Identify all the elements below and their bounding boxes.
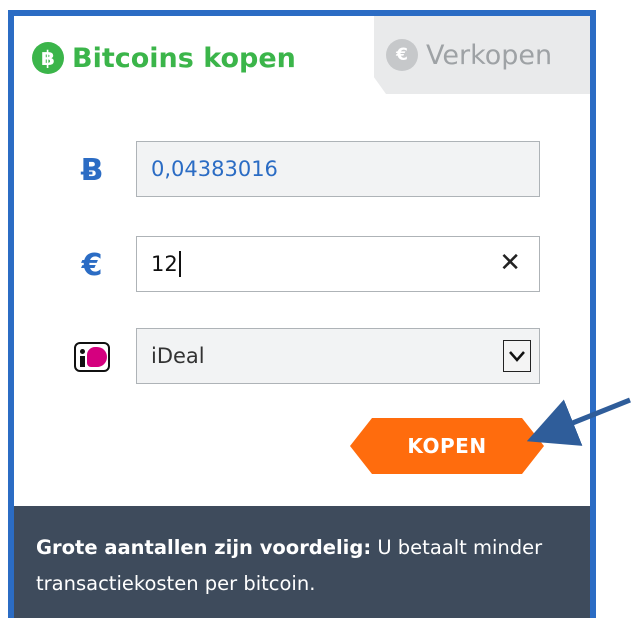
info-footer: Grote aantallen zijn voordelig: U betaal… — [14, 506, 590, 618]
tab-sell[interactable]: € Verkopen — [386, 16, 552, 94]
payment-method-value: iDeal — [151, 344, 205, 368]
euro-icon: € — [81, 247, 103, 283]
eur-amount-row: € 12 ✕ — [62, 236, 542, 294]
ideal-logo-icon — [74, 342, 110, 372]
tab-buy[interactable]: ฿ Bitcoins kopen — [14, 16, 374, 100]
bitcoin-widget: ฿ Bitcoins kopen € Verkopen Ƀ 0,04383016… — [8, 10, 596, 618]
euro-coin-icon: € — [386, 39, 418, 71]
footer-bold-text: Grote aantallen zijn voordelig: — [36, 536, 372, 559]
chevron-down-icon[interactable] — [503, 340, 531, 372]
bitcoin-icon: Ƀ — [80, 152, 104, 188]
tab-bar: ฿ Bitcoins kopen € Verkopen — [14, 16, 590, 100]
eur-amount-field[interactable]: 12 ✕ — [136, 236, 540, 292]
tab-buy-label: Bitcoins kopen — [72, 42, 296, 74]
tab-sell-label: Verkopen — [426, 39, 553, 71]
ideal-logo-icon-wrap — [62, 328, 122, 386]
eur-amount-value: 12 — [151, 252, 178, 276]
btc-amount-field[interactable]: 0,04383016 — [136, 141, 540, 197]
text-cursor — [178, 251, 181, 277]
payment-method-row: iDeal — [62, 328, 542, 386]
bitcoin-coin-icon: ฿ — [32, 42, 64, 74]
buy-button[interactable]: KOPEN — [350, 418, 544, 474]
close-icon[interactable]: ✕ — [499, 248, 521, 278]
btc-amount-row: Ƀ 0,04383016 — [62, 141, 542, 199]
payment-method-select[interactable]: iDeal — [136, 328, 540, 384]
btc-amount-value: 0,04383016 — [151, 157, 278, 181]
